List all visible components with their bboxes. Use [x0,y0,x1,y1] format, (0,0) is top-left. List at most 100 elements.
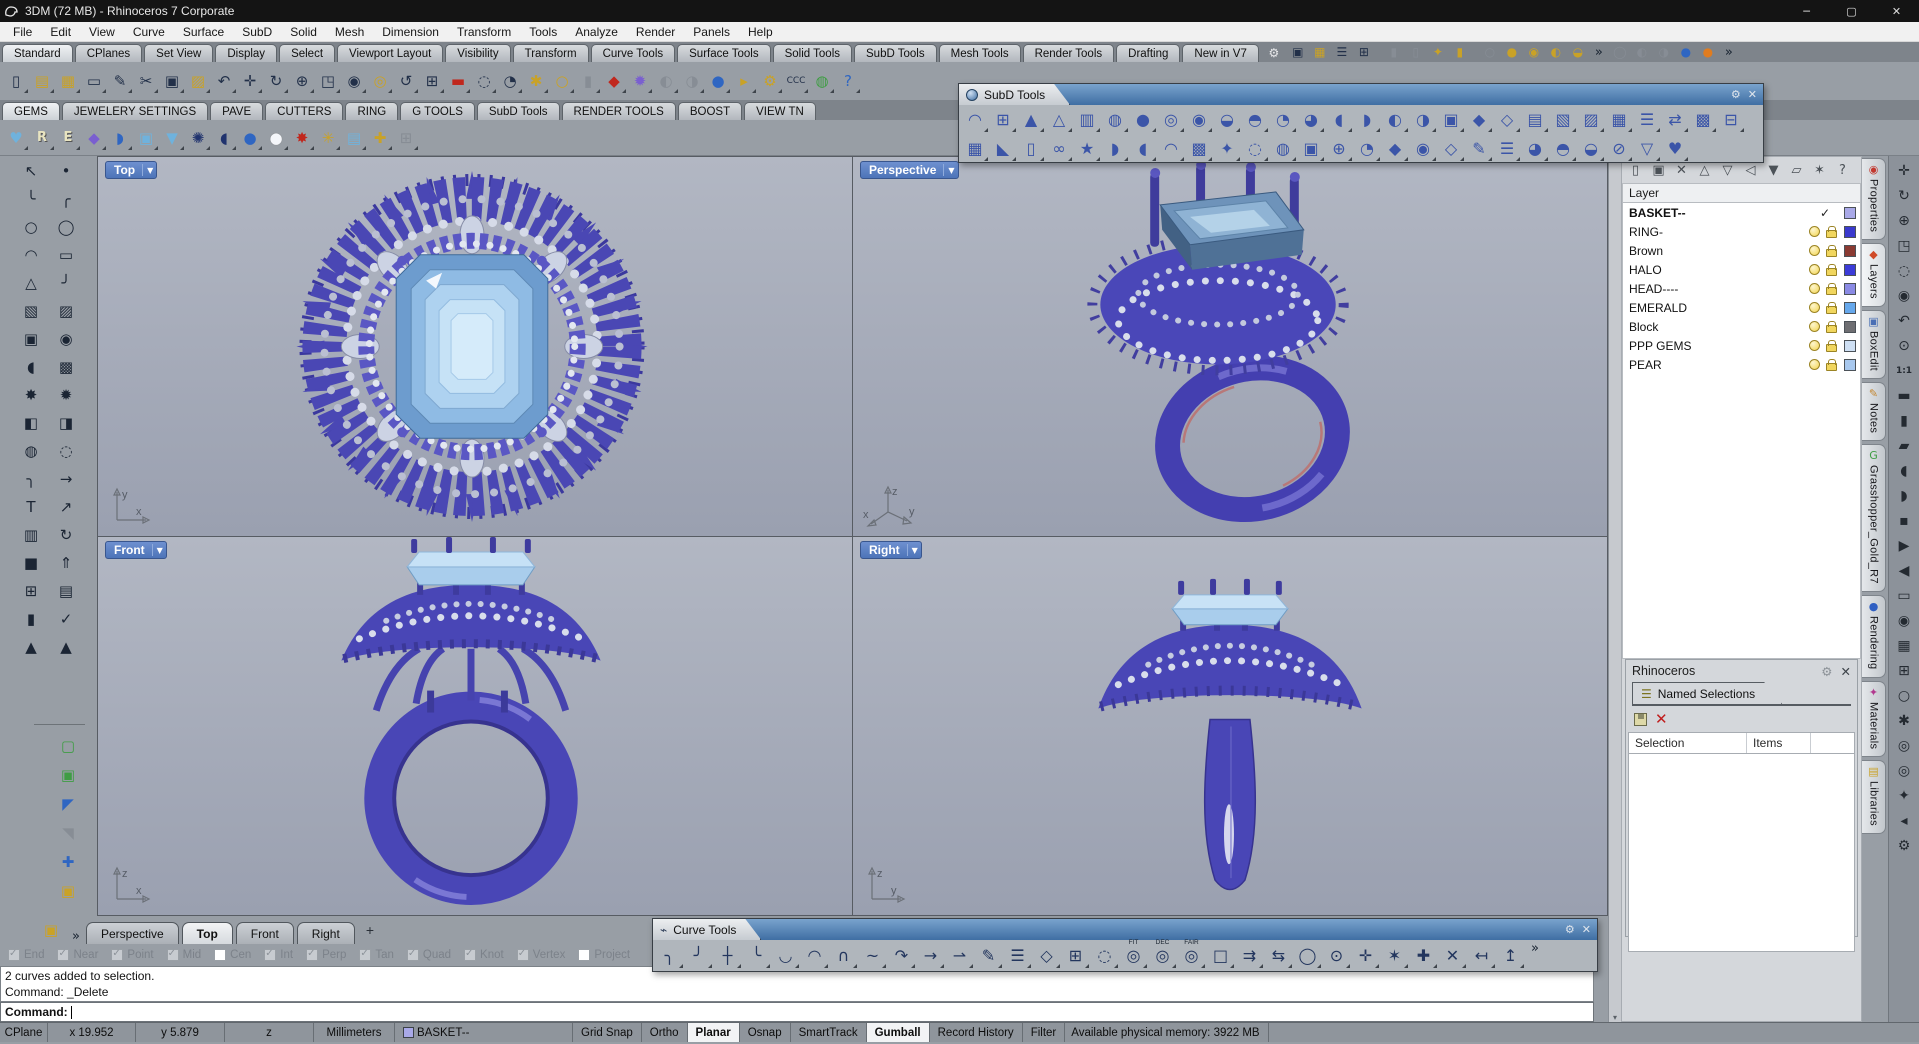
subd-offset-icon[interactable]: ◑ [1409,106,1437,133]
status-planar[interactable]: Planar [687,1023,740,1042]
subd-cone-icon[interactable]: ▲ [1017,106,1045,133]
render-icon[interactable]: ◆ [601,68,627,94]
subd-ball-y1-icon[interactable]: ◕ [1521,135,1549,162]
ghosted-viewport-icon[interactable]: ◑ [679,68,705,94]
layer-color-swatch[interactable] [1844,320,1856,333]
undo-icon[interactable]: ↶ [211,68,237,94]
curve-palette-tab[interactable]: ⌁ Curve Tools [653,919,761,940]
layer-tools-icon[interactable]: ✶ [1809,160,1830,181]
subd-star-icon[interactable]: ★ [1073,135,1101,162]
single-point-icon[interactable]: • [53,158,79,184]
close-button[interactable]: ✕ [1874,0,1919,22]
layer-sheet-icon[interactable]: ▱ [1786,160,1807,181]
subd-append-face-icon[interactable]: ◐ [1381,106,1409,133]
layer-row-ring[interactable]: RING- [1623,222,1860,241]
side-tab-notes[interactable]: ✎ Notes [1862,381,1886,442]
emerald-gem-e-icon[interactable]: E [55,125,81,151]
status-filter[interactable]: Filter [1023,1023,1066,1042]
boolean-spheres-icon[interactable]: ◉ [53,326,79,352]
dec-spiral-icon[interactable]: ◎ DEC [1148,939,1177,969]
gem-cluster-icon[interactable]: ✸ [289,125,315,151]
place-view-icon[interactable]: ▭ [1892,583,1916,608]
simplify-curve-icon[interactable]: ☰ [1003,941,1032,969]
subd-slide-edge-icon[interactable]: ◗ [1101,135,1129,162]
raytraced-mode-icon[interactable]: ● [1697,43,1719,61]
menu-tools[interactable]: Tools [520,25,566,39]
curved-gem-icon[interactable]: ◖ [211,125,237,151]
layer-row-emerald[interactable]: EMERALD [1623,298,1860,317]
heart-gem-icon[interactable]: ♥ [3,125,29,151]
extend-curve-icon[interactable]: → [53,466,79,492]
zoom-icon[interactable]: ⊕ [289,68,315,94]
layer-lock-icon[interactable] [1826,358,1837,371]
layer-lock-icon[interactable] [1826,244,1837,257]
viewport-tab-top[interactable]: Top [181,922,233,944]
continue-curve-icon[interactable]: ✎ [974,941,1003,969]
remove-knot-icon[interactable]: ✕ [1438,941,1467,969]
toolbar-tab-display[interactable]: Display [215,44,278,62]
surface-from-points-icon[interactable]: ▧ [18,298,44,324]
layer-row-head[interactable]: HEAD---- [1623,279,1860,298]
shaded-viewport-icon[interactable]: ◐ [653,68,679,94]
osnap-vertex[interactable]: Vertex [516,948,565,961]
side-tab-materials[interactable]: ✦ Materials [1862,680,1886,757]
pentagon-gem-icon[interactable]: ◆ [81,125,107,151]
subd-sweep1-icon[interactable]: ◔ [1269,106,1297,133]
cone-icon[interactable]: ▲ [18,634,44,660]
status-gumball[interactable]: Gumball [866,1023,930,1042]
check-objects-icon[interactable]: ✓ [53,606,79,632]
side-tab-grasshopper-gold-r7[interactable]: G Grasshopper_Gold_R7 [1862,444,1886,593]
subd-sphere-icon[interactable]: ● [1129,106,1157,133]
tab-group-gear-icon[interactable]: ⚙ [1265,44,1283,62]
osnap-tan[interactable]: Tan [359,948,394,961]
toolbar-tab-viewport-layout[interactable]: Viewport Layout [337,44,444,62]
close-curve-icon[interactable]: ◯ [1293,941,1322,969]
subd-sweep2-icon[interactable]: ◕ [1297,106,1325,133]
arc-blend-icon[interactable]: ◠ [800,941,829,969]
lamp-icon[interactable]: ○ [549,68,575,94]
panel-collapse-icon[interactable]: ◂ [1892,808,1916,833]
menu-dimension[interactable]: Dimension [373,25,448,39]
subd-quad-remesh-icon[interactable]: ▩ [1185,135,1213,162]
camera-target-icon[interactable]: ◎ [1892,733,1916,758]
status-ortho[interactable]: Ortho [642,1023,688,1042]
side-tab-layers[interactable]: ◆ Layers [1862,243,1886,307]
osnap-project[interactable]: Project [578,949,630,961]
subd-disable-smooth-icon[interactable]: ⊘ [1605,135,1633,162]
box-icon[interactable]: ▣ [18,326,44,352]
rectangle-icon[interactable]: ▭ [53,242,79,268]
overflow-chevron-icon[interactable]: » [1589,45,1609,60]
layer-color-swatch[interactable] [1844,225,1856,238]
subd-cylinder-icon[interactable]: ▥ [1073,106,1101,133]
handlebar-editor-icon[interactable]: ↥ [1496,941,1525,969]
lock-icon[interactable]: ▮ [1383,43,1405,61]
array-icon[interactable]: ⊞ [18,578,44,604]
layer-row-halo[interactable]: HALO [1623,260,1860,279]
layer-row-ppp-gems[interactable]: PPP GEMS [1623,336,1860,355]
viewport-tab-perspective[interactable]: Perspective [85,922,179,944]
toolbar-tab-solid-tools[interactable]: Solid Tools [772,44,852,62]
viewport-perspective[interactable]: Perspective ▼ z x y [852,156,1608,537]
viewport-front[interactable]: Front ▼ z x [97,536,853,916]
bulb-select-icon[interactable]: ◉ [1523,43,1545,61]
pearl-icon[interactable]: ● [263,125,289,151]
plugin-tab-boost[interactable]: BOOST [677,102,743,120]
layer-row-pear[interactable]: PEAR [1623,355,1860,374]
overflow-chevron-icon[interactable]: » [1719,45,1739,60]
osnap-point[interactable]: Point [111,948,154,961]
color-wheel-icon[interactable]: ✹ [627,68,653,94]
subd-torus-icon[interactable]: ◎ [1157,106,1185,133]
fillet-curves-icon[interactable]: ╮ [655,941,684,969]
layer-visibility-icon[interactable] [1809,226,1820,237]
layer-color-swatch[interactable] [1844,282,1856,295]
mini-save-icon[interactable]: ▦ [1309,43,1331,61]
layer-lock-icon[interactable] [1826,263,1837,276]
viewport-tabs-overflow[interactable]: » [66,929,86,944]
menu-solid[interactable]: Solid [281,25,326,39]
subd-insert-point-icon[interactable]: ⊕ [1325,135,1353,162]
toolbar-tab-surface-tools[interactable]: Surface Tools [677,44,771,62]
adjustable-blend-icon[interactable]: ◡ [771,941,800,969]
section-icon[interactable]: ▤ [53,578,79,604]
subd-convert-icon[interactable]: ⊟ [1717,106,1745,133]
layer-row-brown[interactable]: Brown [1623,241,1860,260]
